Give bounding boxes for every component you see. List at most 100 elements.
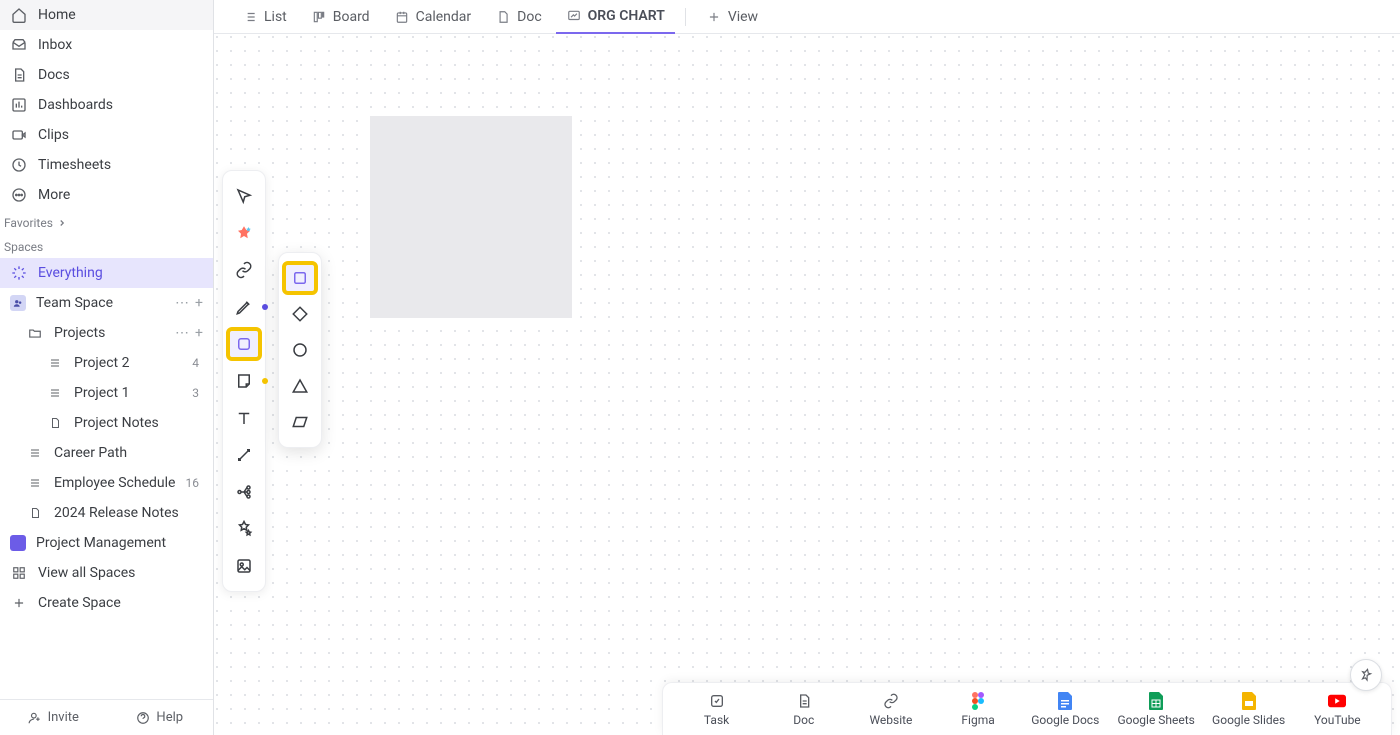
tool-image[interactable]: [226, 549, 262, 583]
shape-diamond[interactable]: [282, 297, 318, 331]
dash-icon: [10, 96, 28, 114]
tool-pen[interactable]: [226, 290, 262, 324]
shape-circle[interactable]: [282, 333, 318, 367]
favorites-section[interactable]: Favorites: [0, 210, 213, 234]
list-icon: [26, 474, 44, 492]
doc-icon: [795, 692, 813, 710]
embed-google-slides[interactable]: Google Slides: [1212, 692, 1285, 727]
nav-docs[interactable]: Docs: [0, 60, 213, 90]
inbox-icon: [10, 36, 28, 54]
board-icon: [311, 9, 327, 25]
doc-icon: [10, 66, 28, 84]
embed-youtube[interactable]: YouTube: [1302, 692, 1372, 727]
main-area: List Board Calendar Doc ORG CHART View: [214, 0, 1400, 735]
list-icon: [46, 354, 64, 372]
plus-icon: [10, 594, 28, 612]
whiteboard-toolbar: [222, 170, 266, 592]
youtube-icon: [1328, 692, 1346, 710]
sidebar: Home Inbox Docs Dashboards Clips Timeshe…: [0, 0, 214, 735]
list-project-1[interactable]: Project 13: [0, 378, 213, 408]
embed-google-docs[interactable]: Google Docs: [1030, 692, 1100, 727]
doc-icon: [495, 9, 511, 25]
shape-triangle[interactable]: [282, 369, 318, 403]
gdocs-icon: [1056, 692, 1074, 710]
plus-icon: [706, 9, 722, 25]
embed-google-sheets[interactable]: Google Sheets: [1117, 692, 1194, 727]
embed-doc[interactable]: Doc: [769, 692, 839, 727]
embed-figma[interactable]: Figma: [943, 692, 1013, 727]
invite-button[interactable]: Invite: [0, 700, 107, 735]
time-icon: [10, 156, 28, 174]
link-icon: [882, 692, 900, 710]
shape-rectangle[interactable]: [282, 261, 318, 295]
doc-icon: [26, 504, 44, 522]
space-team[interactable]: Team Space⋯+: [0, 288, 213, 318]
task-icon: [708, 692, 726, 710]
spaces-section: Spaces: [0, 234, 213, 258]
more-icon: [10, 186, 28, 204]
tab-org-chart[interactable]: ORG CHART: [556, 0, 675, 34]
nav-inbox[interactable]: Inbox: [0, 30, 213, 60]
list-icon: [46, 384, 64, 402]
plus-icon[interactable]: +: [195, 325, 203, 341]
gslides-icon: [1240, 692, 1258, 710]
shape-parallelogram[interactable]: [282, 405, 318, 439]
tool-stamp[interactable]: [226, 512, 262, 546]
nav-timesheets[interactable]: Timesheets: [0, 150, 213, 180]
shape-popout: [278, 252, 322, 448]
nav-clips[interactable]: Clips: [0, 120, 213, 150]
embed-website[interactable]: Website: [856, 692, 926, 727]
list-icon: [242, 9, 258, 25]
tool-sticky[interactable]: [226, 364, 262, 398]
nav-more[interactable]: More: [0, 180, 213, 210]
whiteboard-canvas[interactable]: Task Doc Website Figma Google Docs Googl…: [214, 34, 1400, 735]
more-dots-icon[interactable]: ⋯: [175, 325, 189, 341]
list-project-2[interactable]: Project 24: [0, 348, 213, 378]
plus-icon[interactable]: +: [195, 295, 203, 311]
calendar-icon: [394, 9, 410, 25]
grid-icon: [10, 564, 28, 582]
pin-button[interactable]: [1350, 659, 1382, 691]
home-icon: [10, 6, 28, 24]
tool-connector[interactable]: [226, 438, 262, 472]
sticky-color-dot: [262, 378, 268, 384]
nav-home[interactable]: Home: [0, 0, 213, 30]
doc-project-notes[interactable]: Project Notes: [0, 408, 213, 438]
folder-projects[interactable]: Projects⋯+: [0, 318, 213, 348]
space-everything[interactable]: Everything: [0, 258, 213, 288]
space-project-management[interactable]: Project Management: [0, 528, 213, 558]
tab-board[interactable]: Board: [301, 0, 380, 34]
help-button[interactable]: Help: [107, 700, 214, 735]
clips-icon: [10, 126, 28, 144]
tab-list[interactable]: List: [232, 0, 297, 34]
tool-ai[interactable]: [226, 216, 262, 250]
everything-icon: [10, 264, 28, 282]
view-tabs-bar: List Board Calendar Doc ORG CHART View: [214, 0, 1400, 34]
tool-text[interactable]: [226, 401, 262, 435]
tool-mindmap[interactable]: [226, 475, 262, 509]
pen-color-dot: [262, 304, 268, 310]
list-icon: [26, 444, 44, 462]
folder-icon: [26, 324, 44, 342]
whiteboard-icon: [566, 8, 582, 24]
list-career-path[interactable]: Career Path: [0, 438, 213, 468]
team-icon: [10, 295, 26, 311]
create-space[interactable]: Create Space: [0, 588, 213, 618]
add-view-button[interactable]: View: [696, 0, 768, 34]
tab-doc[interactable]: Doc: [485, 0, 552, 34]
tool-select[interactable]: [226, 179, 262, 213]
doc-icon: [46, 414, 64, 432]
figma-icon: [969, 692, 987, 710]
doc-release-notes[interactable]: 2024 Release Notes: [0, 498, 213, 528]
nav-dashboards[interactable]: Dashboards: [0, 90, 213, 120]
more-dots-icon[interactable]: ⋯: [175, 295, 189, 311]
tab-calendar[interactable]: Calendar: [384, 0, 482, 34]
list-employee-schedule[interactable]: Employee Schedule16: [0, 468, 213, 498]
embed-app-bar: Task Doc Website Figma Google Docs Googl…: [662, 682, 1392, 735]
tool-shape[interactable]: [226, 327, 262, 361]
drawn-rectangle[interactable]: [370, 116, 572, 318]
tool-link[interactable]: [226, 253, 262, 287]
view-all-spaces[interactable]: View all Spaces: [0, 558, 213, 588]
gsheets-icon: [1147, 692, 1165, 710]
embed-task[interactable]: Task: [682, 692, 752, 727]
